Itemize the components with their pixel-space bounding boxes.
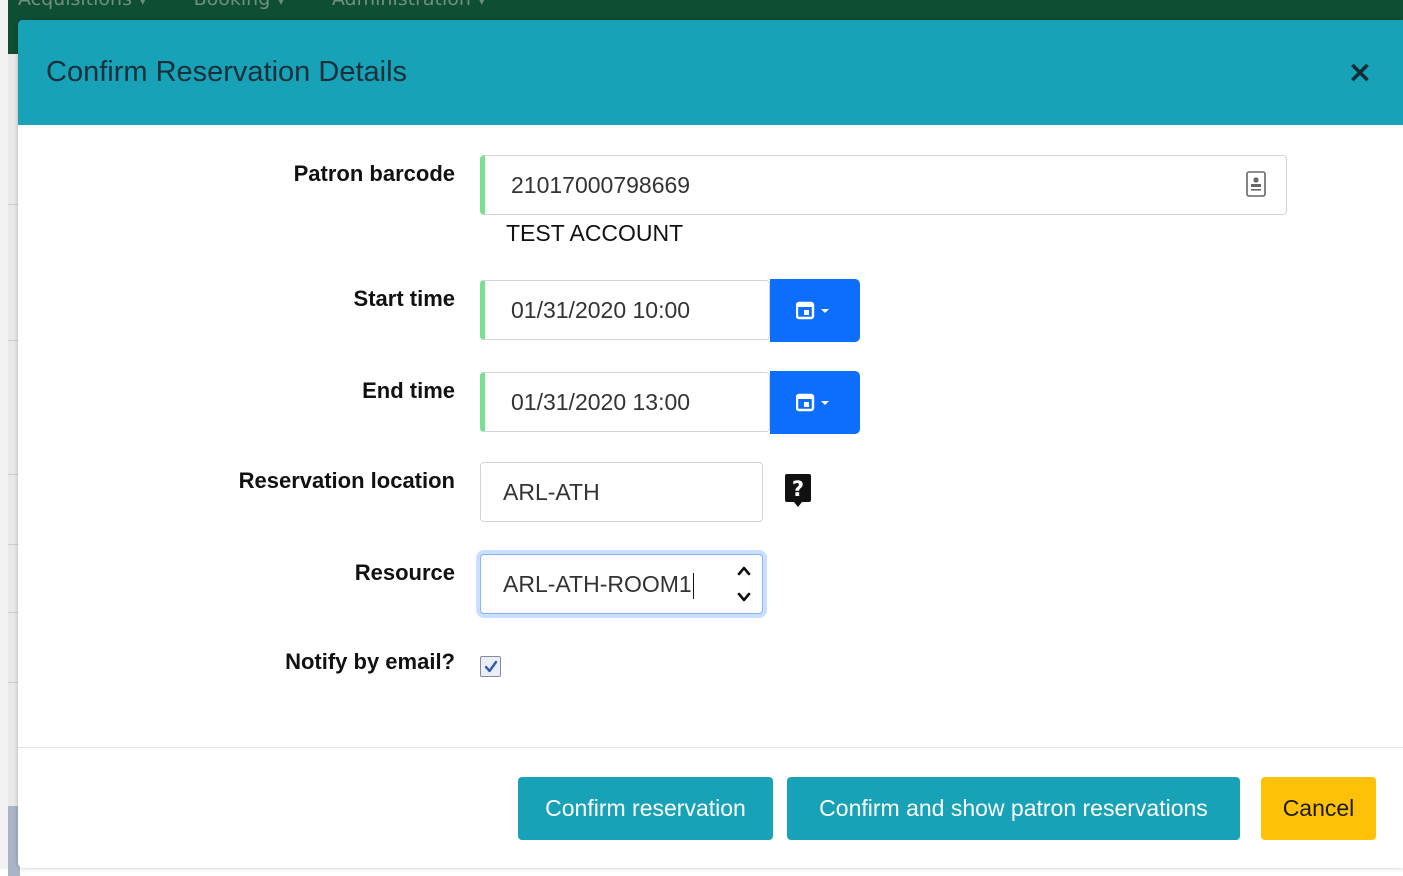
calendar-icon — [796, 393, 829, 412]
reservation-location-value: ARL-ATH — [503, 479, 600, 505]
modal-footer-divider — [18, 747, 1403, 748]
reservation-location-input[interactable]: ARL-ATH — [480, 462, 763, 522]
confirm-reservation-modal: Confirm Reservation Details × Patron bar… — [18, 20, 1403, 868]
background-nav-items: Acquisitions ▾ Booking ▾ Administration … — [18, 0, 527, 10]
notify-email-label: Notify by email? — [285, 649, 455, 674]
end-time-input[interactable]: 01/31/2020 13:00 — [480, 372, 770, 432]
close-button[interactable]: × — [1345, 58, 1375, 88]
checkmark-icon — [484, 660, 498, 673]
reservation-location-label: Reservation location — [238, 468, 455, 493]
contact-card-icon — [1246, 171, 1266, 197]
nav-booking: Booking ▾ — [194, 0, 286, 10]
svg-text:?: ? — [792, 477, 804, 501]
start-time-calendar-button[interactable] — [770, 279, 860, 342]
resource-select[interactable]: ARL-ATH-ROOM1 — [480, 554, 763, 614]
end-time-value: 01/31/2020 13:00 — [511, 389, 691, 415]
patron-barcode-value: 21017000798669 — [511, 172, 691, 198]
notify-email-checkbox[interactable] — [480, 656, 501, 677]
resource-label: Resource — [354, 560, 455, 585]
confirm-reservation-button[interactable]: Confirm reservation — [518, 777, 773, 840]
resource-value: ARL-ATH-ROOM1 — [503, 571, 692, 597]
help-icon[interactable]: ? — [784, 473, 812, 509]
nav-administration: Administration ▾ — [332, 0, 487, 10]
background-left — [0, 0, 8, 869]
patron-barcode-label: Patron barcode — [293, 161, 455, 186]
end-time-label: End time — [362, 378, 455, 403]
calendar-icon — [796, 301, 829, 320]
start-time-value: 01/31/2020 10:00 — [511, 297, 691, 323]
select-arrows-icon — [737, 566, 751, 602]
modal-title: Confirm Reservation Details — [46, 56, 408, 88]
patron-name: TEST ACCOUNT — [506, 220, 684, 246]
patron-barcode-input[interactable]: 21017000798669 — [480, 155, 1287, 215]
start-time-label: Start time — [353, 286, 455, 311]
nav-acquisitions: Acquisitions ▾ — [18, 0, 148, 10]
confirm-show-reservations-button[interactable]: Confirm and show patron reservations — [787, 777, 1240, 840]
start-time-input[interactable]: 01/31/2020 10:00 — [480, 280, 770, 340]
end-time-calendar-button[interactable] — [770, 371, 860, 434]
cancel-button[interactable]: Cancel — [1261, 777, 1376, 840]
modal-header: Confirm Reservation Details × — [18, 20, 1403, 125]
